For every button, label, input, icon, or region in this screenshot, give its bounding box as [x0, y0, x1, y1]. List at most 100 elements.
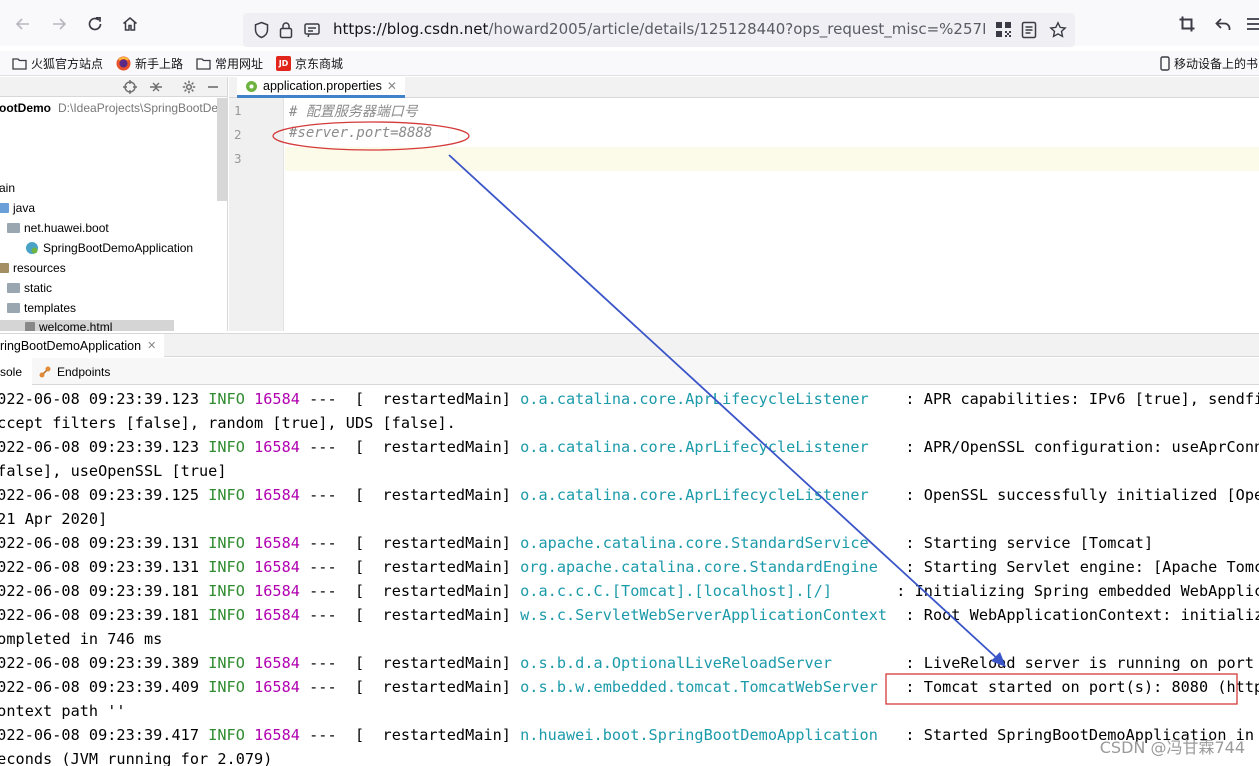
log-ts: 2022-06-08 09:23:39.131 [0, 558, 199, 576]
lock-icon[interactable] [279, 21, 293, 39]
log-thread: --- [ restartedMain] [299, 726, 521, 744]
log-msg: : OpenSSL successfully initialized [Open… [905, 486, 1259, 504]
log-thread: --- [ restartedMain] [299, 534, 521, 552]
gear-icon[interactable] [182, 80, 196, 94]
log-level: INFO [208, 654, 245, 672]
console-line: seconds (JVM running for 2.079) [0, 750, 273, 766]
tab-application-properties[interactable]: application.properties ✕ [237, 77, 405, 98]
log-thread: --- [ restartedMain] [299, 390, 521, 408]
tree-item-package[interactable]: net.huawei.boot [7, 221, 109, 235]
log-pid: 16584 [254, 534, 300, 552]
console-line: 2022-06-08 09:23:39.409 INFO 16584 --- [… [0, 678, 1259, 696]
console-output[interactable]: 2022-06-08 09:23:39.123 INFO 16584 --- [… [0, 386, 1259, 766]
mobile-bookmarks[interactable]: 移动设备上的书 [1160, 55, 1258, 72]
code-line[interactable]: #server.port=8888 [289, 125, 432, 141]
log-pid: 16584 [254, 606, 300, 624]
tree-item-application-class[interactable]: SpringBootDemoApplication [25, 241, 193, 255]
current-line-highlight [285, 147, 1259, 171]
locate-icon[interactable] [123, 80, 137, 94]
log-logger: org.apache.catalina.core.StandardEngine [520, 558, 897, 576]
console-line: 2022-06-08 09:23:39.181 INFO 16584 --- [… [0, 606, 1259, 624]
resources-folder-icon [0, 263, 9, 273]
screenshot-button[interactable] [1174, 11, 1200, 37]
log-msg: : Starting service [Tomcat] [896, 534, 1154, 552]
back-button[interactable] [10, 11, 36, 37]
log-logger: o.a.catalina.core.AprLifecycleListener [520, 486, 897, 504]
log-thread: --- [ restartedMain] [299, 582, 521, 600]
log-logger: o.s.b.w.embedded.tomcat.TomcatWebServer [520, 678, 897, 696]
log-logger: o.a.c.c.C.[Tomcat].[localhost].[/] [520, 582, 888, 600]
run-tool-window-header: ringBootDemoApplication ✕ [0, 333, 1259, 357]
editor-gutter: 1 2 3 [229, 98, 284, 331]
log-ts: 2022-06-08 09:23:39.123 [0, 390, 199, 408]
tab-console[interactable]: sole [0, 358, 33, 385]
code-line[interactable]: # 配置服务器端口号 [289, 101, 418, 121]
console-line: 2022-06-08 09:23:39.123 INFO 16584 --- [… [0, 438, 1259, 456]
tree-item-resources[interactable]: resources [0, 261, 66, 275]
tree-item-java[interactable]: java [0, 201, 35, 215]
mobile-device-icon [1160, 56, 1170, 71]
bookmark-item[interactable]: 常用网址 [196, 55, 263, 72]
log-ts: 2022-06-08 09:23:39.409 [0, 678, 199, 696]
log-level: INFO [208, 438, 245, 456]
tree-item-static[interactable]: static [7, 281, 52, 295]
log-logger: o.s.b.d.a.OptionalLiveReloadServer [520, 654, 897, 672]
log-msg: : LiveReload server is running on port 3… [905, 654, 1255, 672]
menu-button[interactable] [1240, 11, 1259, 37]
run-config-tab[interactable]: ringBootDemoApplication ✕ [0, 334, 165, 357]
console-line: 2022-06-08 09:23:39.123 INFO 16584 --- [… [0, 390, 1259, 408]
shield-icon[interactable] [253, 21, 270, 39]
forward-button[interactable] [46, 11, 72, 37]
reader-view-icon[interactable] [1021, 21, 1037, 39]
folder-icon [196, 58, 211, 70]
log-level: INFO [208, 534, 245, 552]
console-line: 2022-06-08 09:23:39.131 INFO 16584 --- [… [0, 558, 1259, 576]
tree-item-main[interactable]: ain [0, 181, 15, 195]
bookmark-item[interactable]: 火狐官方站点 [12, 55, 103, 72]
log-pid: 16584 [254, 486, 300, 504]
log-msg: : APR/OpenSSL configuration: useAprConne… [905, 438, 1259, 456]
address-bar[interactable]: https://blog.csdn.net/howard2005/article… [243, 13, 1075, 47]
console-line: 21 Apr 2020] [0, 510, 108, 528]
arrow-left-icon [15, 18, 29, 30]
html-file-icon [25, 322, 35, 331]
line-number: 3 [234, 151, 242, 166]
reload-button[interactable] [82, 11, 108, 37]
editor-code-area[interactable]: # 配置服务器端口号 #server.port=8888 [285, 98, 1259, 331]
collapse-all-icon[interactable] [149, 80, 163, 94]
url-text[interactable]: https://blog.csdn.net/howard2005/article… [333, 20, 985, 38]
project-scrollbar[interactable] [217, 98, 227, 201]
project-root[interactable]: ootDemo D:\IdeaProjects\SpringBootDemo [0, 101, 227, 115]
log-ts: 2022-06-08 09:23:39.389 [0, 654, 199, 672]
reload-icon [88, 16, 102, 31]
log-level: INFO [208, 486, 245, 504]
minimize-icon[interactable] [206, 80, 220, 94]
tree-item-welcome-html[interactable]: welcome.html [0, 320, 174, 331]
tree-item-templates[interactable]: templates [7, 301, 76, 315]
close-icon[interactable]: ✕ [147, 339, 156, 352]
log-level: INFO [208, 390, 245, 408]
qr-code-icon[interactable] [995, 21, 1012, 38]
log-logger: o.a.catalina.core.AprLifecycleListener [520, 438, 897, 456]
home-button[interactable] [117, 11, 143, 37]
bookmark-item[interactable]: JD 京东商城 [276, 55, 343, 72]
star-icon[interactable] [1049, 21, 1067, 39]
endpoints-icon [39, 366, 51, 377]
log-pid: 16584 [254, 558, 300, 576]
close-icon[interactable]: ✕ [387, 79, 397, 93]
bookmark-item[interactable]: 新手上路 [116, 55, 183, 72]
crop-icon [1179, 16, 1195, 32]
arrow-right-icon [53, 18, 67, 30]
tab-endpoints[interactable]: Endpoints [38, 358, 110, 385]
undo-button[interactable] [1210, 11, 1236, 37]
page-info-icon[interactable] [303, 21, 321, 39]
browser-toolbar: https://blog.csdn.net/howard2005/article… [0, 0, 1259, 47]
